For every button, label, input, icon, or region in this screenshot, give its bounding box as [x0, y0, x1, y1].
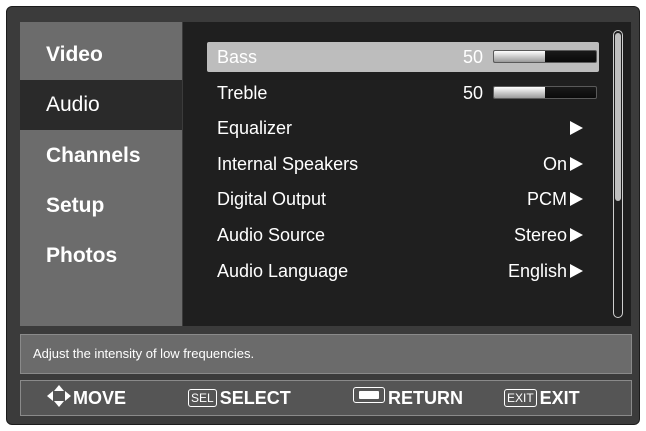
- setting-label: Internal Speakers: [217, 154, 359, 174]
- category-channels[interactable]: Channels: [20, 131, 182, 181]
- setting-value: 50: [462, 47, 483, 67]
- select-label: SELECT: [219, 388, 291, 408]
- right-arrow-icon: [570, 264, 583, 278]
- right-arrow-icon: [570, 228, 583, 242]
- setting-internal-speakers[interactable]: Internal Speakers On: [207, 149, 599, 179]
- setting-value: English: [507, 261, 567, 281]
- treble-slider-fill: [494, 87, 545, 98]
- move-label: MOVE: [73, 388, 127, 408]
- bass-slider[interactable]: [493, 50, 597, 63]
- sel-key-icon: SEL: [188, 389, 217, 407]
- category-photos[interactable]: Photos: [20, 231, 182, 281]
- right-arrow-icon: [570, 121, 583, 135]
- setting-label: Equalizer: [217, 118, 293, 138]
- setting-label: Audio Source: [217, 225, 326, 245]
- settings-scrollbar[interactable]: [613, 30, 623, 318]
- right-arrow-icon: [570, 192, 583, 206]
- category-setup[interactable]: Setup: [20, 181, 182, 231]
- setting-treble[interactable]: Treble 50: [207, 78, 599, 108]
- setting-value: On: [542, 154, 567, 174]
- setting-value: 50: [462, 83, 483, 103]
- setting-audio-language[interactable]: Audio Language English: [207, 256, 599, 286]
- setting-equalizer[interactable]: Equalizer: [207, 113, 599, 143]
- return-label: RETURN: [388, 388, 463, 408]
- bass-slider-fill: [494, 51, 545, 62]
- setting-value: Stereo: [513, 225, 567, 245]
- return-hint[interactable]: RETURN: [353, 381, 463, 415]
- help-description: Adjust the intensity of low frequencies.: [20, 334, 632, 374]
- setting-value: PCM: [527, 189, 567, 209]
- right-arrow-icon: [570, 157, 583, 171]
- setting-label: Audio Language: [217, 261, 349, 281]
- setting-audio-source[interactable]: Audio Source Stereo: [207, 220, 599, 250]
- category-sidebar: Video Audio Channels Setup Photos: [20, 22, 182, 326]
- scrollbar-thumb[interactable]: [615, 33, 621, 201]
- setting-label: Treble: [217, 83, 268, 103]
- category-audio[interactable]: Audio: [20, 80, 182, 130]
- category-video[interactable]: Video: [20, 30, 182, 80]
- audio-settings-panel: Bass 50 Treble 50 Equalizer Internal Spe…: [183, 22, 631, 326]
- move-hint[interactable]: MOVE: [47, 381, 126, 415]
- setting-digital-output[interactable]: Digital Output PCM: [207, 184, 599, 214]
- return-key-icon: [353, 387, 385, 403]
- exit-key-icon: EXIT: [504, 389, 537, 407]
- button-hints-bar: MOVE SEL SELECT RETURN EXIT EXIT: [20, 380, 632, 416]
- treble-slider[interactable]: [493, 86, 597, 99]
- setting-bass[interactable]: Bass 50: [207, 42, 599, 72]
- exit-label: EXIT: [539, 388, 580, 408]
- four-way-arrow-icon: [47, 385, 71, 407]
- setting-label: Bass: [217, 47, 258, 67]
- exit-hint[interactable]: EXIT EXIT: [504, 381, 580, 415]
- setting-label: Digital Output: [217, 189, 327, 209]
- select-hint[interactable]: SEL SELECT: [188, 381, 291, 415]
